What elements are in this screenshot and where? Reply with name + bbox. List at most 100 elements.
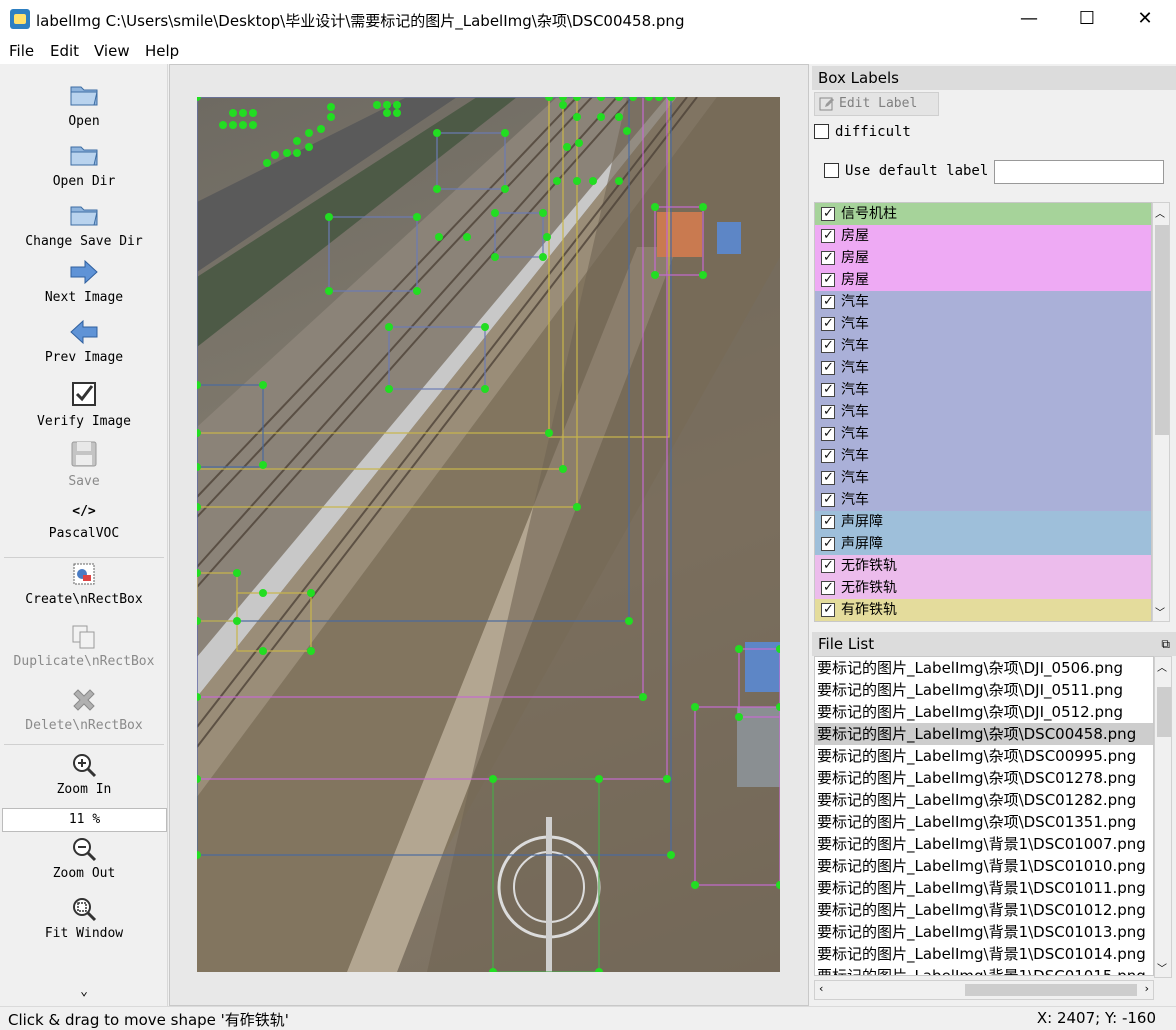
- label-list-item[interactable]: 声屏障: [815, 533, 1151, 555]
- label-list-item[interactable]: 汽车: [815, 467, 1151, 489]
- float-dock-icon[interactable]: ⧉: [1161, 632, 1170, 656]
- label-item-checkbox[interactable]: [821, 577, 835, 599]
- label-list-item[interactable]: 声屏障: [815, 511, 1151, 533]
- label-list-item[interactable]: 有砟铁轨: [815, 599, 1151, 621]
- label-list-item[interactable]: 汽车: [815, 401, 1151, 423]
- save-button[interactable]: Save: [0, 438, 168, 489]
- file-list-item[interactable]: 要标记的图片_LabelImg\背景1\DSC01015.png: [815, 965, 1153, 975]
- label-list-item[interactable]: 汽车: [815, 489, 1151, 511]
- scroll-thumb[interactable]: [1157, 687, 1171, 737]
- label-list-item[interactable]: 房屋: [815, 225, 1151, 247]
- label-item-checkbox[interactable]: [821, 379, 835, 401]
- zoom-in-button[interactable]: Zoom In: [0, 752, 168, 797]
- label-item-checkbox[interactable]: [821, 423, 835, 445]
- label-item-checkbox[interactable]: [821, 401, 835, 423]
- verify-image-button[interactable]: Verify Image: [0, 378, 168, 429]
- label-item-checkbox[interactable]: [821, 357, 835, 379]
- toolbar-extension-icon[interactable]: ⌄: [0, 984, 168, 999]
- scroll-left-icon[interactable]: ‹: [819, 982, 823, 995]
- delete-rectbox-button[interactable]: Delete\nRectBox: [0, 686, 168, 733]
- file-list-item[interactable]: 要标记的图片_LabelImg\背景1\DSC01011.png: [815, 877, 1153, 899]
- create-rectbox-button[interactable]: Create\nRectBox: [0, 562, 168, 607]
- file-list-item[interactable]: 要标记的图片_LabelImg\杂项\DSC01278.png: [815, 767, 1153, 789]
- label-item-checkbox[interactable]: [821, 225, 835, 247]
- file-list-item[interactable]: 要标记的图片_LabelImg\背景1\DSC01007.png: [815, 833, 1153, 855]
- use-default-label-checkbox[interactable]: [824, 163, 839, 178]
- image-canvas[interactable]: [169, 64, 809, 1006]
- label-item-checkbox[interactable]: [821, 599, 835, 621]
- label-item-checkbox[interactable]: [821, 489, 835, 511]
- label-item-checkbox[interactable]: [821, 511, 835, 533]
- default-label-input[interactable]: [994, 160, 1164, 184]
- file-list-item[interactable]: 要标记的图片_LabelImg\杂项\DSC00458.png: [815, 723, 1153, 745]
- label-item-checkbox[interactable]: [821, 533, 835, 555]
- menu-help[interactable]: Help: [145, 42, 179, 60]
- label-list-item[interactable]: 无砟铁轨: [815, 577, 1151, 599]
- scroll-up-icon[interactable]: ︿: [1157, 659, 1167, 674]
- file-list-hscrollbar[interactable]: ‹ ›: [814, 980, 1154, 1000]
- file-list-item[interactable]: 要标记的图片_LabelImg\杂项\DJI_0511.png: [815, 679, 1153, 701]
- menu-file[interactable]: File: [9, 42, 34, 60]
- file-list-item[interactable]: 要标记的图片_LabelImg\背景1\DSC01010.png: [815, 855, 1153, 877]
- label-list-item[interactable]: 汽车: [815, 291, 1151, 313]
- label-item-text: 房屋: [841, 250, 869, 266]
- next-image-button[interactable]: Next Image: [0, 258, 168, 305]
- file-list-item[interactable]: 要标记的图片_LabelImg\背景1\DSC01014.png: [815, 943, 1153, 965]
- format-label: PascalVOC: [48, 526, 120, 541]
- scroll-thumb[interactable]: [965, 984, 1137, 996]
- scroll-down-icon[interactable]: ﹀: [1155, 604, 1165, 619]
- label-list-item[interactable]: 无砟铁轨: [815, 555, 1151, 577]
- menu-edit[interactable]: Edit: [50, 42, 79, 60]
- label-item-checkbox[interactable]: [821, 555, 835, 577]
- minimize-button[interactable]: —: [1000, 0, 1058, 38]
- file-list-scrollbar[interactable]: ︿ ﹀: [1154, 656, 1172, 978]
- label-item-checkbox[interactable]: [821, 313, 835, 335]
- file-list-item[interactable]: 要标记的图片_LabelImg\杂项\DJI_0506.png: [815, 657, 1153, 679]
- open-dir-button[interactable]: Open Dir: [0, 138, 168, 189]
- copy-icon: [72, 625, 95, 649]
- label-list-item[interactable]: 房屋: [815, 247, 1151, 269]
- file-list-item[interactable]: 要标记的图片_LabelImg\背景1\DSC01013.png: [815, 921, 1153, 943]
- edit-label-button[interactable]: Edit Label: [814, 92, 939, 116]
- label-item-checkbox[interactable]: [821, 335, 835, 357]
- fit-window-button[interactable]: Fit Window: [0, 896, 168, 941]
- label-list-item[interactable]: 汽车: [815, 313, 1151, 335]
- label-item-checkbox[interactable]: [821, 247, 835, 269]
- file-list-item[interactable]: 要标记的图片_LabelImg\杂项\DSC01282.png: [815, 789, 1153, 811]
- scroll-up-icon[interactable]: ︿: [1155, 205, 1165, 220]
- label-list-item[interactable]: 汽车: [815, 445, 1151, 467]
- file-list-item[interactable]: 要标记的图片_LabelImg\背景1\DSC01012.png: [815, 899, 1153, 921]
- prev-image-button[interactable]: Prev Image: [0, 318, 168, 365]
- label-list-item[interactable]: 汽车: [815, 423, 1151, 445]
- label-list-scrollbar[interactable]: ︿ ﹀: [1152, 202, 1170, 622]
- duplicate-rectbox-button[interactable]: Duplicate\nRectBox: [0, 624, 168, 669]
- scroll-thumb[interactable]: [1155, 225, 1169, 435]
- file-list[interactable]: 要标记的图片_LabelImg\杂项\DJI_0506.png 要标记的图片_La…: [814, 656, 1154, 976]
- label-list-item[interactable]: 房屋: [815, 269, 1151, 291]
- label-list-item[interactable]: 汽车: [815, 335, 1151, 357]
- label-list-item[interactable]: 信号机柱: [815, 203, 1151, 225]
- difficult-checkbox[interactable]: [814, 124, 829, 139]
- file-list-item[interactable]: 要标记的图片_LabelImg\杂项\DSC00995.png: [815, 745, 1153, 767]
- label-list[interactable]: 信号机柱房屋房屋房屋汽车汽车汽车汽车汽车汽车汽车汽车汽车汽车声屏障声屏障无砟铁轨…: [814, 202, 1152, 622]
- file-list-item[interactable]: 要标记的图片_LabelImg\杂项\DSC01351.png: [815, 811, 1153, 833]
- label-list-item[interactable]: 汽车: [815, 357, 1151, 379]
- close-button[interactable]: ✕: [1116, 0, 1174, 38]
- change-save-dir-button[interactable]: Change Save Dir: [0, 198, 168, 249]
- label-item-checkbox[interactable]: [821, 467, 835, 489]
- open-button[interactable]: Open: [0, 78, 168, 129]
- label-item-checkbox[interactable]: [821, 445, 835, 467]
- menu-view[interactable]: View: [94, 42, 130, 60]
- label-item-checkbox[interactable]: [821, 269, 835, 291]
- zoom-value-field[interactable]: 11 %: [2, 808, 167, 832]
- label-item-text: 汽车: [841, 294, 869, 310]
- format-button[interactable]: </> PascalVOC: [0, 504, 168, 541]
- maximize-button[interactable]: ☐: [1058, 0, 1116, 38]
- zoom-out-button[interactable]: Zoom Out: [0, 836, 168, 881]
- file-list-item[interactable]: 要标记的图片_LabelImg\杂项\DJI_0512.png: [815, 701, 1153, 723]
- scroll-right-icon[interactable]: ›: [1145, 982, 1149, 995]
- scroll-down-icon[interactable]: ﹀: [1157, 960, 1167, 975]
- label-item-checkbox[interactable]: [821, 291, 835, 313]
- label-item-checkbox[interactable]: [821, 203, 835, 225]
- label-list-item[interactable]: 汽车: [815, 379, 1151, 401]
